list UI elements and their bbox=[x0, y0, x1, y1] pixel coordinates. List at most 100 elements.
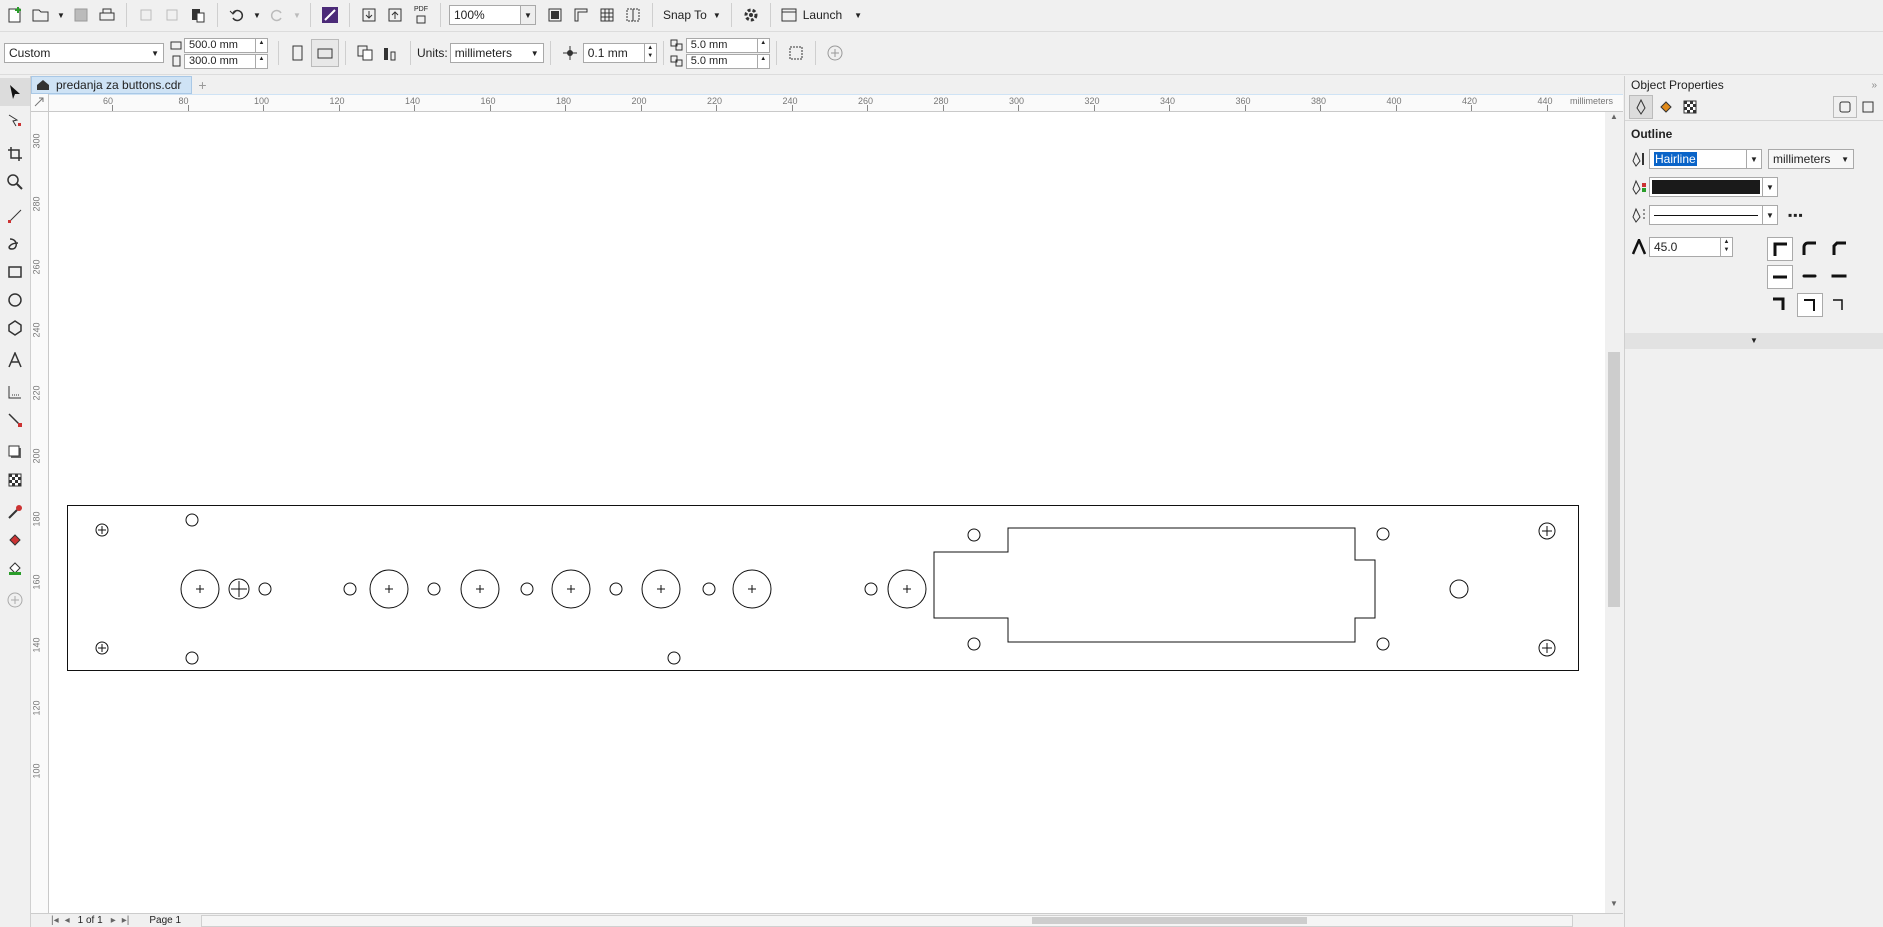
add-tool-icon[interactable] bbox=[0, 586, 30, 614]
mounting-hole[interactable] bbox=[95, 523, 109, 537]
duplicate-x-spinner[interactable]: ▲ bbox=[757, 37, 770, 53]
crop-tool-icon[interactable] bbox=[0, 140, 30, 168]
export-icon[interactable] bbox=[159, 2, 185, 28]
button-hole[interactable] bbox=[180, 569, 220, 609]
page-width-spinner[interactable]: ▲ bbox=[256, 37, 268, 53]
drop-shadow-tool-icon[interactable] bbox=[0, 438, 30, 466]
page-size-combo[interactable]: Custom ▼ bbox=[4, 43, 164, 63]
snap-to-button[interactable]: Snap To ▼ bbox=[659, 8, 725, 22]
small-hole[interactable] bbox=[1376, 527, 1390, 541]
save-icon[interactable] bbox=[68, 2, 94, 28]
quick-customize-icon[interactable] bbox=[822, 40, 848, 66]
bevel-corner-icon[interactable] bbox=[1827, 237, 1851, 259]
line-style-editor-icon[interactable]: ▪▪▪ bbox=[1788, 208, 1804, 222]
horizontal-scrollbar-thumb[interactable] bbox=[1032, 916, 1308, 924]
inside-position-icon[interactable] bbox=[1827, 293, 1851, 315]
button-hole[interactable] bbox=[369, 569, 409, 609]
led-hole[interactable] bbox=[864, 582, 878, 596]
zoom-dropdown-icon[interactable]: ▼ bbox=[521, 5, 536, 25]
led-hole[interactable] bbox=[702, 582, 716, 596]
freehand-tool-icon[interactable] bbox=[0, 202, 30, 230]
outline-width-dropdown-icon[interactable]: ▼ bbox=[1747, 149, 1762, 169]
export-file-icon[interactable] bbox=[382, 2, 408, 28]
led-hole[interactable] bbox=[343, 582, 357, 596]
transparency-tool-icon[interactable] bbox=[0, 466, 30, 494]
connector-tool-icon[interactable] bbox=[0, 406, 30, 434]
page-width-field[interactable]: 500.0 mm bbox=[184, 37, 256, 53]
scroll-up-arrow[interactable]: ▲ bbox=[1605, 112, 1623, 126]
miter-limit-field[interactable]: 45.0 bbox=[1649, 237, 1721, 257]
outline-width-combo[interactable]: Hairline bbox=[1649, 149, 1747, 169]
button-hole[interactable] bbox=[551, 569, 591, 609]
zoom-level-combo[interactable]: 100% bbox=[449, 5, 521, 25]
duplicate-x-field[interactable]: 5.0 mm bbox=[685, 37, 758, 53]
show-grid-icon[interactable] bbox=[594, 2, 620, 28]
page-tab[interactable]: Page 1 bbox=[149, 915, 181, 926]
publish-pdf-icon[interactable]: PDF bbox=[408, 2, 434, 28]
show-rulers-icon[interactable] bbox=[568, 2, 594, 28]
outline-color-dropdown-icon[interactable]: ▼ bbox=[1763, 177, 1778, 197]
all-pages-icon[interactable] bbox=[352, 40, 378, 66]
open-folder-icon[interactable] bbox=[28, 2, 54, 28]
led-hole[interactable] bbox=[427, 582, 441, 596]
eyedropper-tool-icon[interactable] bbox=[0, 498, 30, 526]
mounting-hole[interactable] bbox=[95, 641, 109, 655]
zoom-tool-icon[interactable] bbox=[0, 168, 30, 196]
vertical-scrollbar[interactable]: ▲ ▼ bbox=[1605, 112, 1623, 913]
small-hole[interactable] bbox=[185, 513, 199, 527]
page-height-spinner[interactable]: ▲ bbox=[256, 53, 268, 69]
horizontal-ruler[interactable]: 60 80 100 120 140 160 180 200 220 240 260 280 300 320… bbox=[31, 94, 1623, 112]
open-dropdown-icon[interactable]: ▼ bbox=[54, 6, 68, 24]
line-style-dropdown-icon[interactable]: ▼ bbox=[1763, 205, 1778, 225]
smart-fill-tool-icon[interactable] bbox=[0, 554, 30, 582]
first-page-button[interactable]: |◂ bbox=[51, 915, 59, 926]
redo-dropdown-icon[interactable]: ▼ bbox=[290, 6, 304, 24]
button-hole[interactable] bbox=[460, 569, 500, 609]
outline-units-combo[interactable]: millimeters ▼ bbox=[1768, 149, 1854, 169]
center-position-icon[interactable] bbox=[1797, 293, 1823, 317]
page-height-field[interactable]: 300.0 mm bbox=[184, 53, 256, 69]
text-tool-icon[interactable] bbox=[0, 346, 30, 374]
display-cutout-shape[interactable] bbox=[933, 527, 1376, 643]
led-hole[interactable] bbox=[258, 582, 272, 596]
small-hole[interactable] bbox=[967, 528, 981, 542]
vertical-scrollbar-thumb[interactable] bbox=[1608, 352, 1620, 607]
square-cap-icon[interactable] bbox=[1827, 265, 1851, 287]
miter-corner-icon[interactable] bbox=[1767, 237, 1793, 261]
line-style-picker[interactable] bbox=[1649, 205, 1763, 225]
outline-tab-icon[interactable] bbox=[1629, 95, 1653, 119]
fill-tab-icon[interactable] bbox=[1653, 94, 1679, 120]
transparency-tab-icon[interactable] bbox=[1679, 94, 1701, 120]
last-page-button[interactable]: ▸| bbox=[122, 915, 130, 926]
launch-button[interactable]: Launch ▼ bbox=[777, 8, 866, 22]
undo-icon[interactable] bbox=[224, 2, 250, 28]
button-hole[interactable] bbox=[887, 569, 927, 609]
current-page-icon[interactable] bbox=[378, 40, 404, 66]
butt-cap-icon[interactable] bbox=[1767, 265, 1793, 289]
horizontal-scrollbar[interactable] bbox=[201, 914, 1574, 927]
mounting-hole[interactable] bbox=[1538, 639, 1556, 657]
undo-dropdown-icon[interactable]: ▼ bbox=[250, 6, 264, 24]
button-hole[interactable] bbox=[641, 569, 681, 609]
full-screen-preview-icon[interactable] bbox=[542, 2, 568, 28]
polygon-tool-icon[interactable] bbox=[0, 314, 30, 342]
vertical-ruler[interactable]: 300 280 260 240 220 200 180 160 140 120 100 bbox=[31, 112, 49, 913]
dimension-tool-icon[interactable] bbox=[0, 378, 30, 406]
miter-limit-spinner[interactable]: ▲ ▼ bbox=[1721, 237, 1733, 257]
round-cap-icon[interactable] bbox=[1797, 265, 1821, 287]
small-hole[interactable] bbox=[1376, 637, 1390, 651]
shape-tool-icon[interactable] bbox=[0, 106, 30, 134]
nudge-distance-spinner[interactable]: ▲ ▼ bbox=[644, 43, 657, 63]
show-guidelines-icon[interactable] bbox=[620, 2, 646, 28]
button-hole[interactable] bbox=[228, 578, 250, 600]
artistic-media-tool-icon[interactable] bbox=[0, 230, 30, 258]
pick-tool-icon[interactable] bbox=[0, 78, 30, 106]
print-icon[interactable] bbox=[94, 2, 120, 28]
rectangle-tool-icon[interactable] bbox=[0, 258, 30, 286]
knob-hole[interactable] bbox=[1449, 579, 1469, 599]
button-hole[interactable] bbox=[732, 569, 772, 609]
small-hole[interactable] bbox=[967, 637, 981, 651]
ellipse-tool-icon[interactable] bbox=[0, 286, 30, 314]
page-frame-icon[interactable] bbox=[783, 40, 809, 66]
led-hole[interactable] bbox=[520, 582, 534, 596]
